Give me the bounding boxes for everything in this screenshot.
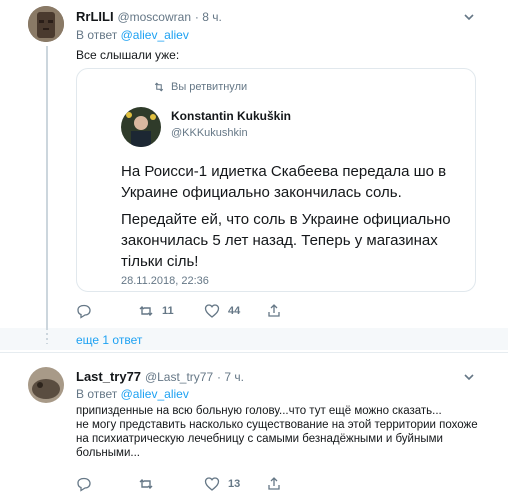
- chevron-down-icon[interactable]: [462, 370, 476, 384]
- reply-to-link[interactable]: @aliev_aliev: [121, 28, 189, 42]
- reply-prefix: В ответ: [76, 28, 118, 42]
- avatar[interactable]: [28, 367, 64, 403]
- share-icon: [268, 477, 280, 490]
- tweet-text-line: на психиатрическую лечебницу с самыми бе…: [76, 433, 443, 445]
- retweet-button[interactable]: [138, 476, 162, 492]
- avatar-image: [28, 367, 64, 403]
- quoted-date[interactable]: 28.11.2018, 22:36: [121, 275, 209, 287]
- heart-icon: [204, 477, 220, 491]
- retweet-icon: [154, 82, 164, 92]
- reply-icon: [77, 477, 91, 492]
- reply-button[interactable]: [76, 476, 100, 492]
- reply-button[interactable]: [76, 303, 100, 319]
- tweet-text: припизденные на всю больную голову...что…: [76, 404, 478, 460]
- like-button[interactable]: 44: [204, 303, 240, 319]
- thread-line: [46, 46, 48, 338]
- timestamp[interactable]: · 8 ч.: [195, 10, 222, 24]
- avatar-image: [121, 107, 161, 147]
- avatar[interactable]: [28, 6, 64, 42]
- handle[interactable]: @Last_try77: [145, 370, 213, 384]
- like-button[interactable]: 13: [204, 476, 240, 492]
- reply-context: В ответ @aliev_aliev: [76, 387, 189, 401]
- divider: [0, 352, 508, 353]
- chevron-down-icon[interactable]: [462, 10, 476, 24]
- share-button[interactable]: [266, 476, 282, 492]
- like-count: 44: [228, 305, 241, 317]
- retweet-indicator: Вы ретвитнули: [153, 81, 247, 93]
- share-button[interactable]: [266, 303, 282, 319]
- retweet-icon: [139, 306, 153, 316]
- reply-context: В ответ @aliev_aliev: [76, 28, 189, 42]
- quoted-avatar[interactable]: [121, 107, 161, 147]
- quoted-paragraph-1: На Роисси-1 идиетка Скабеева передала шо…: [121, 163, 447, 201]
- heart-icon: [204, 304, 220, 318]
- reply-to-link[interactable]: @aliev_aliev: [121, 387, 189, 401]
- tweet-text-line: не могу представить насколько существова…: [76, 419, 478, 431]
- tweet-header: Last_try77 @Last_try77 · 7 ч.: [76, 368, 244, 384]
- thread-line-dots: [46, 328, 48, 344]
- display-name[interactable]: RrLILI: [76, 9, 114, 24]
- tweet-text: Все слышали уже:: [76, 48, 180, 62]
- retweet-label: Вы ретвитнули: [171, 81, 248, 93]
- quoted-handle[interactable]: @KKKukushkin: [171, 127, 248, 139]
- more-replies-link[interactable]: еще 1 ответ: [76, 333, 142, 347]
- timestamp[interactable]: · 7 ч.: [217, 370, 244, 384]
- tweet-text-line: больными...: [76, 447, 140, 459]
- retweet-button[interactable]: 11: [138, 303, 174, 319]
- retweet-count: 11: [162, 305, 174, 317]
- reply-icon: [77, 304, 91, 319]
- share-icon: [268, 304, 280, 317]
- like-count: 13: [228, 478, 241, 490]
- quoted-paragraph-2: Передайте ей, что соль в Украине официал…: [121, 211, 451, 270]
- retweet-icon: [139, 479, 153, 489]
- tweet-text-line: припизденные на всю больную голову...что…: [76, 405, 442, 417]
- handle[interactable]: @moscowran: [117, 10, 191, 24]
- avatar-image: [28, 6, 64, 42]
- quoted-tweet-card[interactable]: Вы ретвитнули Konstantin Kukuškin @KKKuk…: [76, 68, 476, 292]
- reply-prefix: В ответ: [76, 387, 118, 401]
- display-name[interactable]: Last_try77: [76, 369, 141, 384]
- quoted-display-name[interactable]: Konstantin Kukuškin: [171, 109, 291, 123]
- tweet-header: RrLILI @moscowran · 8 ч.: [76, 8, 222, 24]
